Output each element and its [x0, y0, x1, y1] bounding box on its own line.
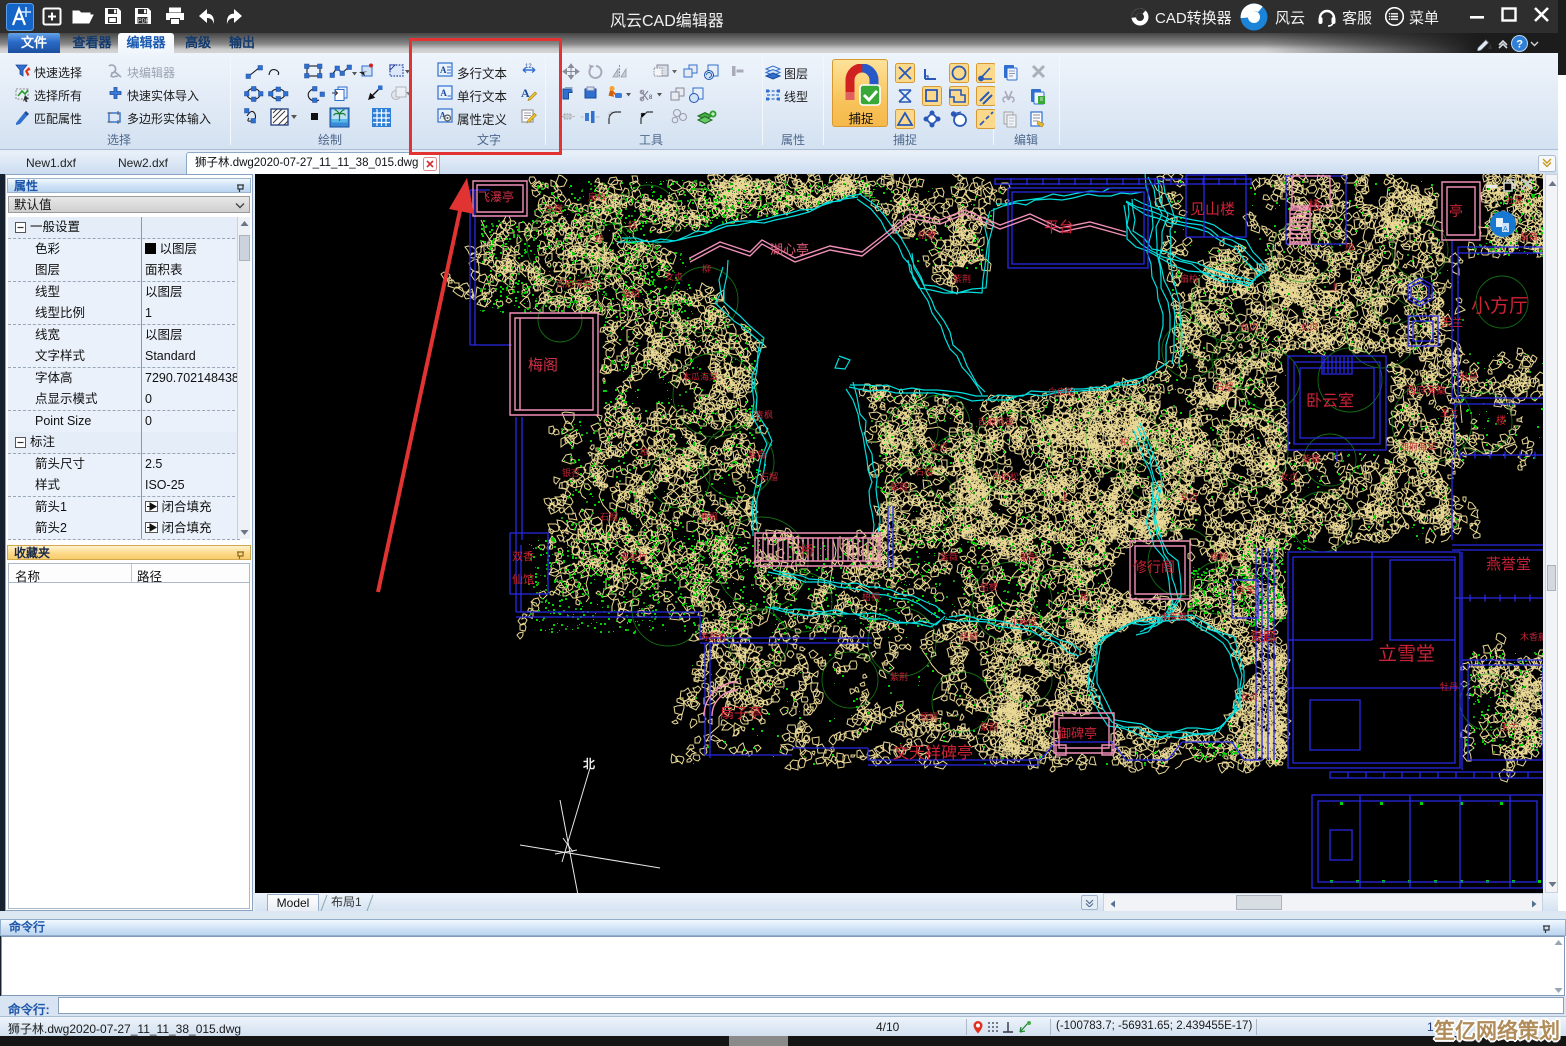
- svg-text:女贞: 女贞: [1280, 471, 1298, 482]
- svg-text:紫荆: 紫荆: [1020, 551, 1038, 562]
- svg-text:桥: 桥: [800, 543, 814, 559]
- svg-text:北: 北: [583, 756, 595, 771]
- svg-text:女贞: 女贞: [1300, 321, 1318, 332]
- svg-text:女贞: 女贞: [1240, 321, 1258, 332]
- svg-text:小方厅: 小方厅: [1471, 295, 1528, 317]
- svg-text:白皮松: 白皮松: [1048, 386, 1075, 397]
- svg-text:桥: 桥: [1308, 198, 1321, 213]
- svg-text:扇柏: 扇柏: [1180, 273, 1198, 284]
- svg-text:上: 上: [1060, 492, 1069, 502]
- svg-text:西府海棠: 西府海棠: [1400, 441, 1436, 452]
- svg-text:桔梗: 桔梗: [918, 229, 936, 240]
- svg-text:石榴: 石榴: [915, 466, 933, 477]
- svg-text:复廊: 复廊: [1250, 629, 1276, 644]
- svg-text:紫荆: 紫荆: [890, 671, 908, 682]
- svg-text:卧云室: 卧云室: [1306, 392, 1354, 410]
- svg-text:木芙蓉: 木芙蓉: [1160, 611, 1187, 622]
- svg-text:木槿: 木槿: [545, 203, 563, 214]
- svg-text:见山楼: 见山楼: [1190, 201, 1235, 218]
- svg-text:PDF: PDF: [138, 18, 150, 24]
- svg-text:桂: 桂: [595, 233, 604, 244]
- svg-text:白皮松: 白皮松: [992, 471, 1019, 482]
- svg-text:西府海棠: 西府海棠: [556, 278, 592, 289]
- svg-text:梧桐: 梧桐: [862, 591, 880, 602]
- svg-text:柏: 柏: [1345, 241, 1354, 252]
- svg-text:青枫: 青枫: [755, 409, 773, 420]
- svg-text:紫薇: 紫薇: [940, 551, 958, 562]
- svg-text:柏: 柏: [1120, 436, 1129, 447]
- svg-text:紫藤: 紫藤: [1302, 453, 1320, 464]
- svg-text:天兰: 天兰: [1441, 316, 1463, 329]
- svg-text:燕誉堂: 燕誉堂: [1486, 556, 1531, 573]
- svg-text:扇子亭: 扇子亭: [720, 705, 762, 721]
- svg-text:西府海棠: 西府海棠: [978, 416, 1014, 427]
- svg-text:石榴: 石榴: [1215, 381, 1233, 392]
- svg-text:亭: 亭: [1449, 203, 1463, 219]
- svg-text:紫荆: 紫荆: [953, 273, 971, 284]
- svg-text:?: ?: [1516, 39, 1523, 51]
- svg-text:女贞: 女贞: [1240, 691, 1258, 702]
- svg-text:石榴: 石榴: [600, 511, 618, 522]
- svg-text:御碑亭: 御碑亭: [1058, 726, 1097, 741]
- svg-text:桔梗: 桔梗: [980, 581, 998, 592]
- svg-text:梅阁: 梅阁: [528, 357, 558, 374]
- svg-text:石榴: 石榴: [760, 471, 778, 482]
- svg-text:牡丹: 牡丹: [1460, 371, 1478, 382]
- svg-text:扇柏: 扇柏: [588, 191, 606, 202]
- svg-text:扇柏: 扇柏: [622, 288, 640, 299]
- svg-text:青枫: 青枫: [700, 511, 718, 522]
- svg-text:女贞: 女贞: [1180, 491, 1198, 502]
- svg-text:8: 8: [649, 95, 653, 101]
- svg-text:修行阁: 修行阁: [1133, 559, 1175, 575]
- svg-text:柏: 柏: [640, 446, 649, 457]
- svg-text:上: 上: [1330, 282, 1339, 292]
- svg-text:寿星竹: 寿星竹: [620, 551, 647, 562]
- svg-text:玉兰: 玉兰: [1440, 407, 1458, 418]
- svg-text:玉兰: 玉兰: [1500, 721, 1518, 732]
- svg-text:文天祥碑亭: 文天祥碑亭: [893, 744, 973, 762]
- svg-text:社鼠: 社鼠: [1506, 195, 1522, 205]
- svg-text:湖心亭: 湖心亭: [770, 242, 809, 257]
- svg-text:西府海棠: 西府海棠: [1406, 384, 1446, 397]
- svg-text:红: 红: [628, 219, 637, 230]
- svg-text:梧桐: 梧桐: [920, 711, 938, 722]
- svg-text:寿星竹: 寿星竹: [700, 631, 727, 642]
- svg-text:小赤壁: 小赤壁: [1010, 616, 1037, 627]
- svg-text:柏: 柏: [1080, 591, 1089, 602]
- svg-text:紫薇: 紫薇: [748, 449, 766, 460]
- svg-text:木香藤: 木香藤: [1520, 631, 1543, 642]
- svg-text:牡丹: 牡丹: [1440, 681, 1458, 692]
- svg-text:梧桐: 梧桐: [960, 631, 978, 642]
- svg-text:女贞: 女贞: [665, 271, 683, 282]
- svg-text:紫薇: 紫薇: [1520, 231, 1538, 242]
- svg-text:紫荆: 紫荆: [980, 721, 998, 732]
- svg-text:A: A: [1503, 226, 1508, 233]
- svg-text:柳: 柳: [702, 263, 711, 274]
- svg-text:立雪堂: 立雪堂: [1378, 643, 1435, 665]
- svg-text:木瓜海棠: 木瓜海棠: [682, 371, 718, 382]
- svg-text:女贞: 女贞: [930, 441, 948, 452]
- svg-text:楼: 楼: [1496, 414, 1506, 427]
- svg-text:紫薇: 紫薇: [890, 481, 908, 492]
- svg-text:平台: 平台: [1044, 219, 1074, 236]
- svg-text:梧桐: 梧桐: [1210, 551, 1228, 562]
- svg-text:含笑: 含笑: [1236, 584, 1256, 597]
- svg-text:银杏: 银杏: [562, 467, 580, 478]
